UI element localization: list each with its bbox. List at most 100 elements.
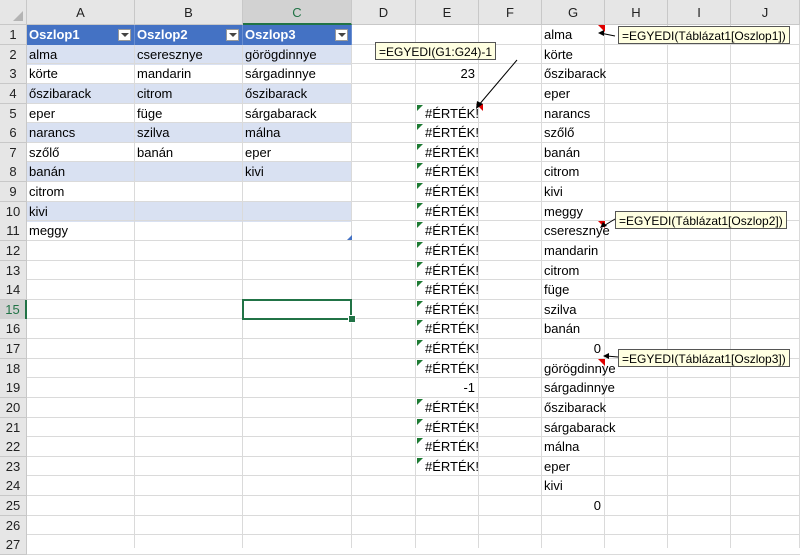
row-header-6[interactable]: 6: [0, 123, 27, 144]
column-header-C[interactable]: C: [243, 0, 352, 25]
spill-cell[interactable]: szőlő: [542, 123, 605, 143]
spill-cell[interactable]: füge: [542, 280, 605, 300]
table-cell[interactable]: banán: [135, 143, 243, 163]
table-cell[interactable]: banán: [27, 162, 135, 182]
table-cell[interactable]: körte: [27, 64, 135, 84]
spill-cell[interactable]: őszibarack: [542, 398, 606, 418]
row-header-18[interactable]: 18: [0, 358, 27, 379]
spill-cell[interactable]: banán: [542, 143, 605, 163]
row-header-21[interactable]: 21: [0, 417, 27, 438]
spill-cell[interactable]: banán: [542, 319, 605, 339]
error-cell[interactable]: #ÉRTÉK!: [423, 202, 479, 222]
column-header-B[interactable]: B: [135, 0, 243, 25]
column-header-I[interactable]: I: [668, 0, 731, 25]
table-cell[interactable]: kivi: [27, 202, 135, 222]
column-header-H[interactable]: H: [605, 0, 668, 25]
spill-cell[interactable]: 0: [542, 496, 605, 516]
error-cell[interactable]: #ÉRTÉK!: [423, 182, 479, 202]
spill-cell[interactable]: cseresznye: [542, 221, 610, 241]
spill-cell[interactable]: citrom: [542, 261, 605, 281]
table-cell[interactable]: [135, 202, 243, 222]
spill-cell[interactable]: málna: [542, 437, 605, 457]
spreadsheet-grid[interactable]: Oszlop1 Oszlop2 Oszlop3 alma cseresznye görög…: [0, 0, 800, 555]
row-header-22[interactable]: 22: [0, 437, 27, 458]
row-header-2[interactable]: 2: [0, 44, 27, 65]
spill-cell[interactable]: őszibarack: [542, 64, 606, 84]
spill-cell[interactable]: narancs: [542, 104, 605, 124]
table-resize-handle[interactable]: [347, 234, 352, 240]
table-cell[interactable]: sárgadinnye: [243, 64, 352, 84]
spill-cell[interactable]: kivi: [542, 182, 605, 202]
error-cell[interactable]: #ÉRTÉK!: [423, 319, 479, 339]
table-cell[interactable]: meggy: [27, 221, 135, 241]
row-header-11[interactable]: 11: [0, 221, 27, 242]
row-header-4[interactable]: 4: [0, 83, 27, 104]
row-header-23[interactable]: 23: [0, 456, 27, 477]
error-cell[interactable]: #ÉRTÉK!: [423, 143, 479, 163]
table-cell[interactable]: cseresznye: [135, 45, 243, 65]
table-cell[interactable]: narancs: [27, 123, 135, 143]
error-cell[interactable]: #ÉRTÉK!: [423, 300, 479, 320]
error-cell[interactable]: #ÉRTÉK!: [423, 418, 479, 438]
comment-indicator-icon[interactable]: [598, 358, 605, 366]
column-header-E[interactable]: E: [416, 0, 479, 25]
table-cell[interactable]: citrom: [27, 182, 135, 202]
error-cell[interactable]: #ÉRTÉK!: [423, 280, 479, 300]
row-header-1[interactable]: 1: [0, 25, 27, 45]
row-header-12[interactable]: 12: [0, 240, 27, 261]
row-header-7[interactable]: 7: [0, 142, 27, 163]
filter-dropdown-icon[interactable]: [118, 29, 131, 41]
table-cell[interactable]: őszibarack: [27, 84, 135, 104]
column-header-G[interactable]: G: [542, 0, 605, 25]
row-header-13[interactable]: 13: [0, 260, 27, 281]
row-header-24[interactable]: 24: [0, 476, 27, 497]
table-cell[interactable]: görögdinnye: [243, 45, 352, 65]
spill-cell[interactable]: eper: [542, 457, 605, 477]
table-cell[interactable]: alma: [27, 45, 135, 65]
table-cell[interactable]: eper: [27, 104, 135, 124]
active-cell-selection[interactable]: [242, 298, 352, 321]
row-header-14[interactable]: 14: [0, 280, 27, 301]
table-cell[interactable]: málna: [243, 123, 352, 143]
spill-cell[interactable]: eper: [542, 84, 605, 104]
row-header-19[interactable]: 19: [0, 378, 27, 399]
value-cell[interactable]: -1: [416, 378, 479, 398]
fill-handle[interactable]: [348, 315, 356, 324]
error-cell[interactable]: #ÉRTÉK!: [423, 123, 479, 143]
column-header-F[interactable]: F: [479, 0, 542, 25]
comment-indicator-icon[interactable]: [476, 103, 483, 111]
spill-cell[interactable]: szilva: [542, 300, 605, 320]
table-cell[interactable]: [243, 182, 352, 202]
column-header-A[interactable]: A: [27, 0, 135, 25]
error-cell[interactable]: #ÉRTÉK!: [423, 457, 479, 477]
error-cell[interactable]: #ÉRTÉK!: [423, 104, 479, 124]
row-header-5[interactable]: 5: [0, 103, 27, 124]
table-cell[interactable]: füge: [135, 104, 243, 124]
column-header-D[interactable]: D: [352, 0, 416, 25]
filter-dropdown-icon[interactable]: [335, 29, 348, 41]
value-cell[interactable]: 23: [416, 64, 479, 84]
error-cell[interactable]: #ÉRTÉK!: [423, 241, 479, 261]
spill-cell[interactable]: alma: [542, 25, 605, 45]
row-header-26[interactable]: 26: [0, 515, 27, 536]
column-header-J[interactable]: J: [731, 0, 800, 25]
table-cell[interactable]: őszibarack: [243, 84, 352, 104]
table-cell[interactable]: eper: [243, 143, 352, 163]
table-cell[interactable]: [135, 182, 243, 202]
error-cell[interactable]: #ÉRTÉK!: [423, 162, 479, 182]
row-header-10[interactable]: 10: [0, 201, 27, 222]
row-header-17[interactable]: 17: [0, 339, 27, 360]
error-cell[interactable]: #ÉRTÉK!: [423, 437, 479, 457]
comment-indicator-icon[interactable]: [598, 25, 605, 32]
row-header-9[interactable]: 9: [0, 182, 27, 203]
error-cell[interactable]: #ÉRTÉK!: [423, 221, 479, 241]
spill-cell[interactable]: meggy: [542, 202, 605, 222]
filter-dropdown-icon[interactable]: [226, 29, 239, 41]
row-header-25[interactable]: 25: [0, 496, 27, 517]
table-cell[interactable]: [135, 162, 243, 182]
select-all-corner[interactable]: [0, 0, 27, 25]
spill-cell[interactable]: kivi: [542, 476, 605, 496]
table-cell[interactable]: kivi: [243, 162, 352, 182]
row-header-20[interactable]: 20: [0, 397, 27, 418]
spill-cell[interactable]: mandarin: [542, 241, 605, 261]
